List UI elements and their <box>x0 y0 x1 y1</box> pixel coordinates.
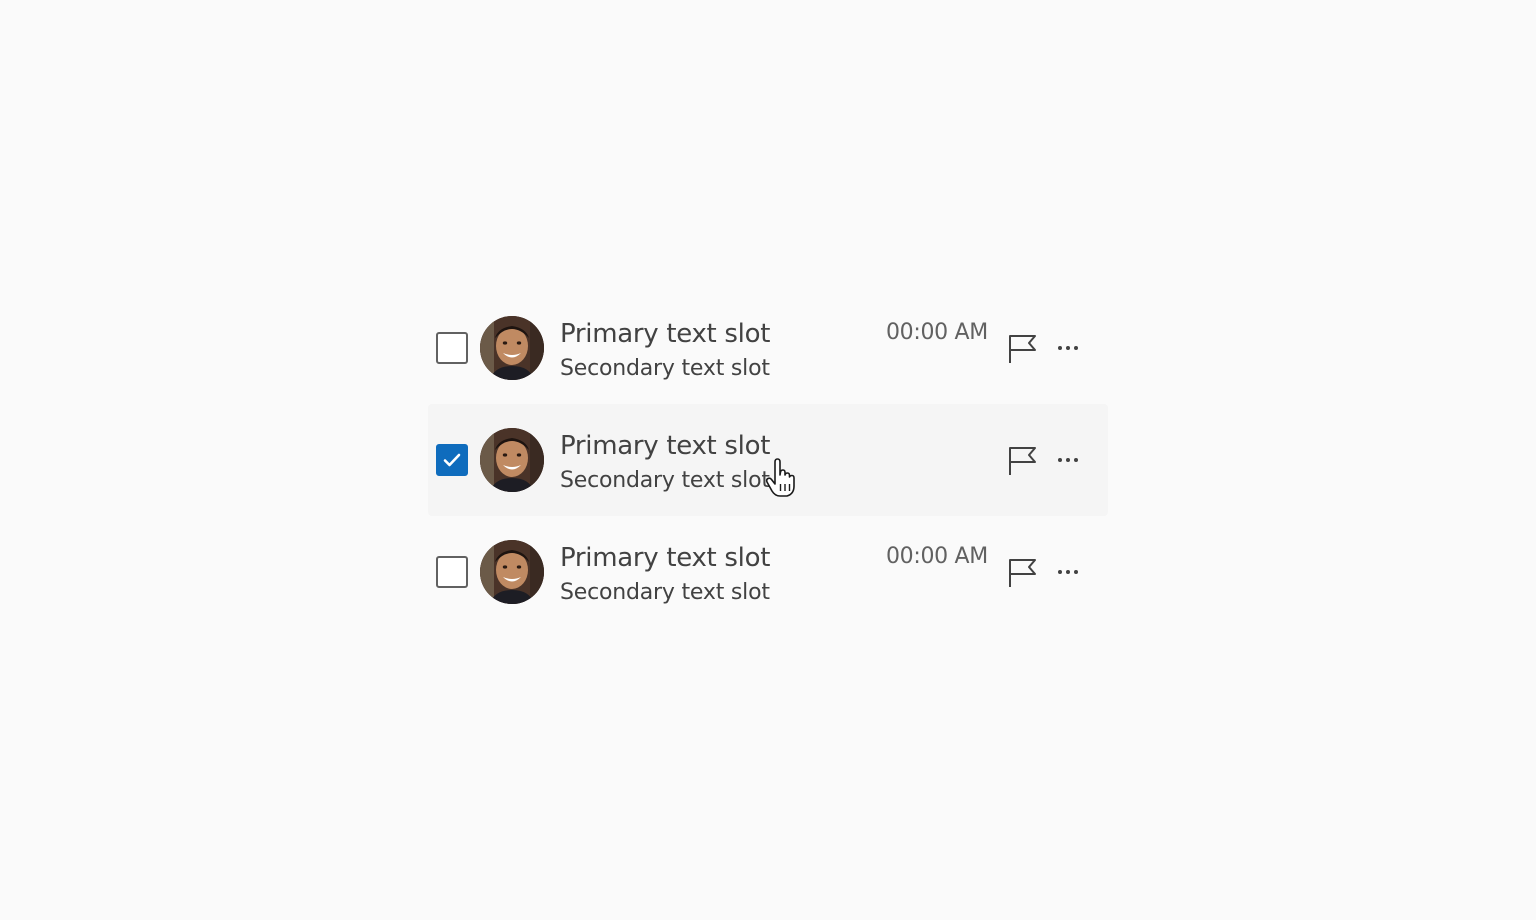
avatar <box>480 316 544 380</box>
primary-text: Primary text slot <box>560 431 771 461</box>
text-block: Primary text slot Secondary text slot <box>560 540 770 610</box>
secondary-text: Secondary text slot <box>560 580 770 605</box>
list: Primary text slot Secondary text slot 00… <box>428 292 1108 628</box>
flag-icon <box>1009 335 1036 363</box>
primary-text: Primary text slot <box>560 319 771 349</box>
text-block: Primary text slot Secondary text slot <box>560 316 770 386</box>
more-button[interactable] <box>1052 442 1088 478</box>
more-horizontal-icon <box>1058 458 1078 462</box>
flag-icon <box>1009 447 1036 475</box>
avatar <box>480 428 544 492</box>
flag-button[interactable] <box>1004 330 1040 366</box>
flag-icon <box>1009 559 1036 587</box>
text-block: Primary text slot Secondary text slot <box>560 428 770 498</box>
flag-button[interactable] <box>1004 442 1040 478</box>
list-item[interactable]: Primary text slot Secondary text slot 00… <box>428 292 1108 404</box>
flag-button[interactable] <box>1004 554 1040 590</box>
more-button[interactable] <box>1052 554 1088 590</box>
avatar <box>480 540 544 604</box>
timestamp: 00:00 AM <box>885 544 988 569</box>
list-item[interactable]: Primary text slot Secondary text slot 00… <box>428 516 1108 628</box>
more-horizontal-icon <box>1058 570 1078 574</box>
list-item[interactable]: Primary text slot Secondary text slot <box>428 404 1108 516</box>
more-button[interactable] <box>1052 330 1088 366</box>
secondary-text: Secondary text slot <box>560 468 770 493</box>
row-checkbox[interactable] <box>436 556 468 588</box>
row-checkbox[interactable] <box>436 332 468 364</box>
secondary-text: Secondary text slot <box>560 356 770 381</box>
checkmark-icon <box>443 453 461 467</box>
more-horizontal-icon <box>1058 346 1078 350</box>
row-checkbox[interactable] <box>436 444 468 476</box>
timestamp: 00:00 AM <box>885 320 988 345</box>
primary-text: Primary text slot <box>560 543 771 573</box>
